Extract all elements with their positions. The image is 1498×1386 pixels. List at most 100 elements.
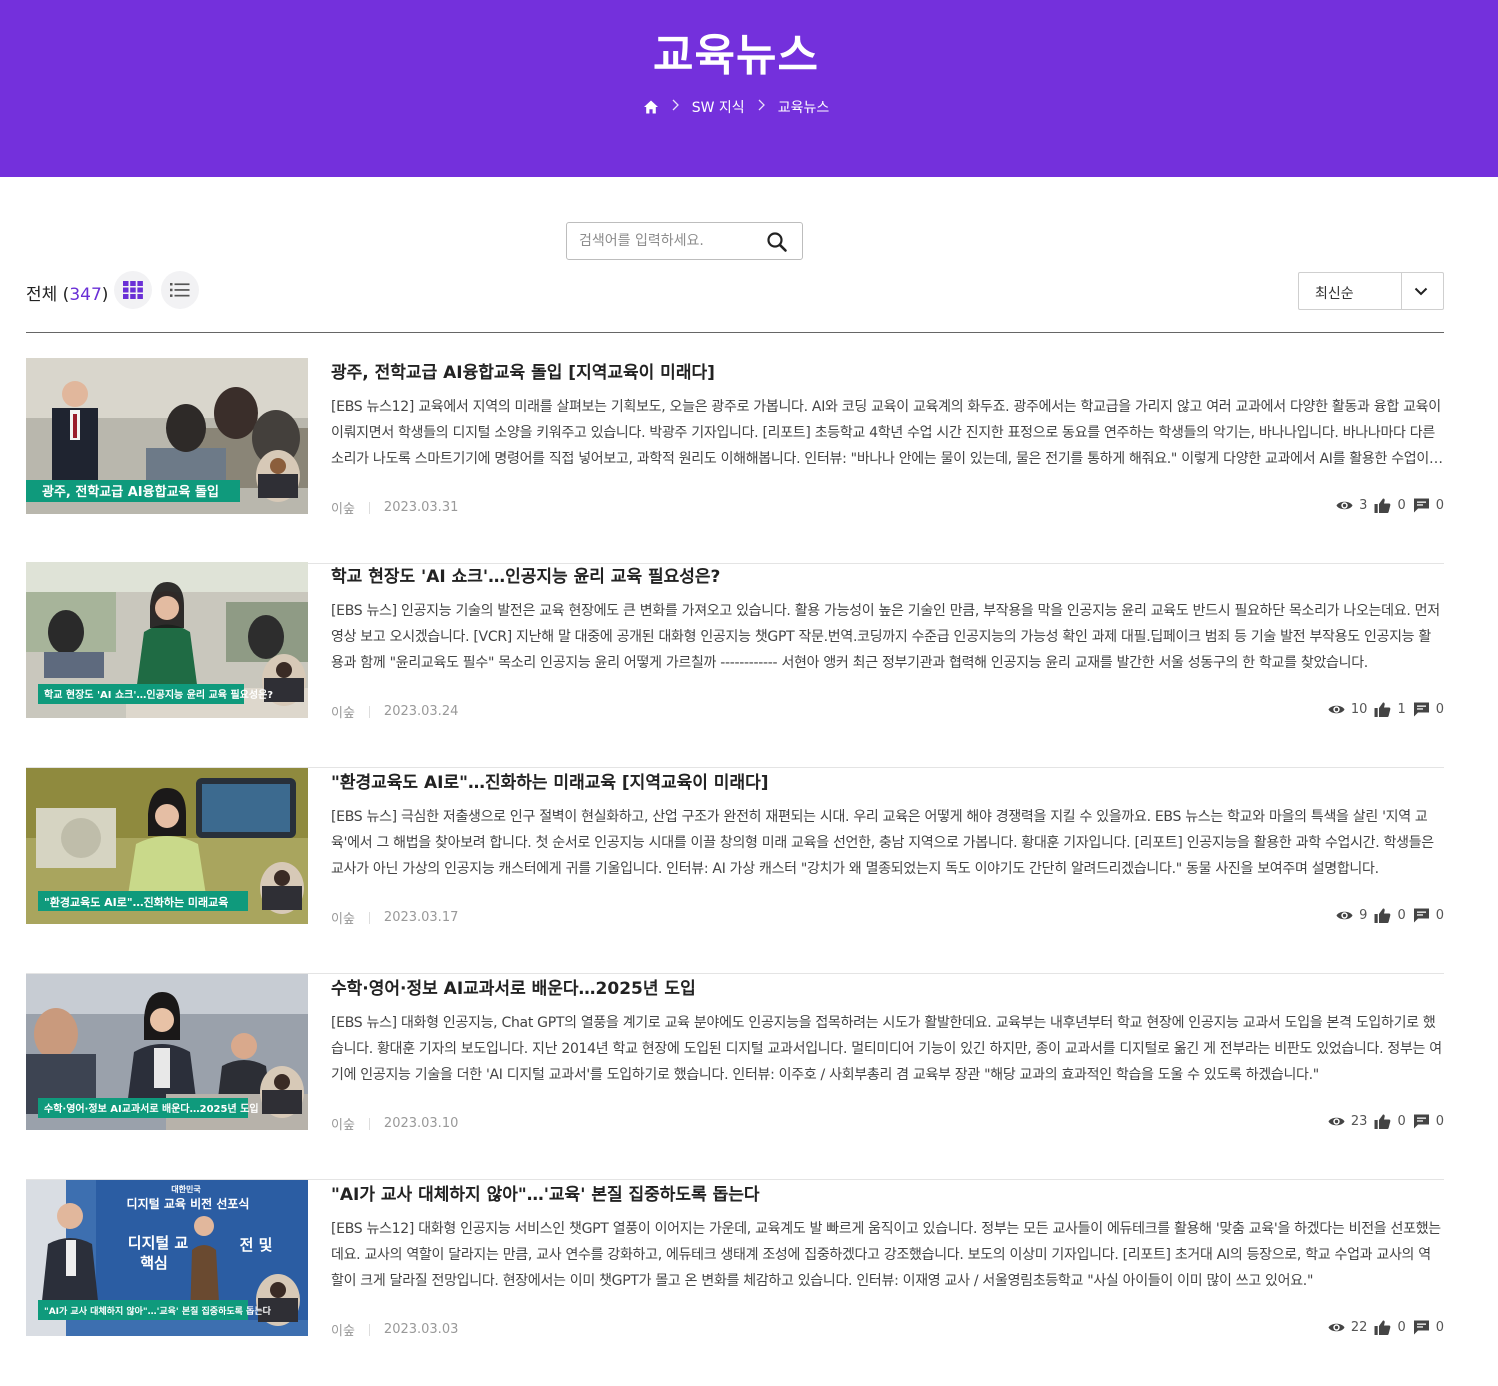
thumbs-up-icon[interactable] xyxy=(1374,497,1391,514)
breadcrumb-sw-knowledge[interactable]: SW 지식 xyxy=(692,97,745,117)
search-icon[interactable] xyxy=(766,231,788,253)
thumbnail[interactable]: 광주, 전학교급 AI융합교육 돌입 xyxy=(26,358,308,514)
item-title[interactable]: "환경교육도 AI로"…진화하는 미래교육 [지역교육이 미래다] xyxy=(331,768,1441,793)
item-date: 2023.03.03 xyxy=(383,1322,459,1337)
item-stats: 10 1 0 xyxy=(1328,701,1444,718)
thumbs-up-icon[interactable] xyxy=(1374,1319,1391,1336)
meta-divider xyxy=(368,705,370,718)
list-item[interactable]: "환경교육도 AI로"…진화하는 미래교육 "환경교육도 AI로"…진화하는 미… xyxy=(26,768,1444,974)
thumbnail-caption: "환경교육도 AI로"…진화하는 미래교육 xyxy=(44,895,228,909)
thumbs-up-icon[interactable] xyxy=(1374,701,1391,718)
item-stats: 9 0 0 xyxy=(1336,907,1444,924)
thumbs-up-icon[interactable] xyxy=(1374,1113,1391,1130)
item-description[interactable]: [EBS 뉴스] 인공지능 기술의 발전은 교육 현장에도 큰 변화를 가져오고… xyxy=(331,598,1443,676)
list-item[interactable]: 대한민국 디지털 교육 비전 선포식 디지털 교 전 및 핵심 "AI가 교사 … xyxy=(26,1180,1444,1386)
sort-divider xyxy=(1401,273,1402,309)
grid-view-button[interactable] xyxy=(114,271,152,309)
breadcrumb-edu-news[interactable]: 교육뉴스 xyxy=(778,97,830,117)
list-item[interactable]: 광주, 전학교급 AI융합교육 돌입 광주, 전학교급 AI융합교육 돌입 [지… xyxy=(26,358,1444,564)
thumbnail-caption: 광주, 전학교급 AI융합교육 돌입 xyxy=(42,484,219,500)
item-description[interactable]: [EBS 뉴스] 극심한 저출생으로 인구 절벽이 현실화하고, 산업 구조가 … xyxy=(331,804,1443,882)
grid-view-icon xyxy=(123,281,143,299)
eye-icon xyxy=(1328,1113,1345,1130)
thumbnail[interactable]: 학교 현장도 'AI 쇼크'…인공지능 윤리 교육 필요성은? xyxy=(26,562,308,718)
comment-icon xyxy=(1413,907,1430,924)
breadcrumb: SW 지식 교육뉴스 xyxy=(0,96,1472,118)
banner-text: 디지털 교육 비전 선포식 xyxy=(127,1196,250,1211)
item-meta: 이숲 2023.03.17 xyxy=(331,908,458,927)
thumbnail-caption: 학교 현장도 'AI 쇼크'…인공지능 윤리 교육 필요성은? xyxy=(44,688,273,701)
item-description[interactable]: [EBS 뉴스] 대화형 인공지능, Chat GPT의 열풍을 계기로 교육 … xyxy=(331,1010,1443,1088)
comment-count: 0 xyxy=(1435,1320,1444,1335)
search-input[interactable] xyxy=(579,231,759,251)
item-meta: 이숲 2023.03.10 xyxy=(331,1114,458,1133)
item-title[interactable]: 학교 현장도 'AI 쇼크'…인공지능 윤리 교육 필요성은? xyxy=(331,562,1441,587)
thumbs-up-icon[interactable] xyxy=(1374,907,1391,924)
list-top-divider xyxy=(26,332,1444,333)
view-count: 22 xyxy=(1350,1320,1368,1335)
thumbnail-caption: 수학·영어·정보 AI교과서로 배운다…2025년 도입 xyxy=(44,1102,259,1115)
item-title[interactable]: 광주, 전학교급 AI융합교육 돌입 [지역교육이 미래다] xyxy=(331,358,1441,383)
meta-divider xyxy=(368,501,370,514)
item-author: 이숲 xyxy=(331,1118,355,1133)
item-author: 이숲 xyxy=(331,1324,355,1339)
item-title[interactable]: 수학·영어·정보 AI교과서로 배운다…2025년 도입 xyxy=(331,974,1441,999)
like-count: 0 xyxy=(1397,498,1406,513)
search-box xyxy=(566,222,803,260)
item-author: 이숲 xyxy=(331,912,355,927)
thumbnail-caption: "AI가 교사 대체하지 않아"…'교육' 본질 집중하도록 돕는다 xyxy=(44,1305,272,1317)
item-meta: 이숲 2023.03.03 xyxy=(331,1320,458,1339)
total-label: 전체 xyxy=(26,285,58,305)
item-date: 2023.03.24 xyxy=(383,704,459,719)
sort-value: 최신순 xyxy=(1315,286,1354,302)
banner-text: 대한민국 xyxy=(171,1184,201,1194)
item-date: 2023.03.17 xyxy=(383,910,459,925)
thumbnail[interactable]: "환경교육도 AI로"…진화하는 미래교육 xyxy=(26,768,308,924)
banner-text: 핵심 xyxy=(140,1254,168,1272)
list-item[interactable]: 수학·영어·정보 AI교과서로 배운다…2025년 도입 수학·영어·정보 AI… xyxy=(26,974,1444,1180)
item-description[interactable]: [EBS 뉴스12] 대화형 인공지능 서비스인 챗GPT 열풍이 이어지는 가… xyxy=(331,1216,1443,1294)
comment-icon xyxy=(1413,497,1430,514)
item-author: 이숲 xyxy=(331,502,355,517)
like-count: 0 xyxy=(1397,1114,1406,1129)
sort-select[interactable]: 최신순 xyxy=(1298,272,1444,310)
view-count: 10 xyxy=(1350,702,1368,717)
comment-icon xyxy=(1413,1319,1430,1336)
item-date: 2023.03.10 xyxy=(383,1116,459,1131)
total-number: 347 xyxy=(69,285,102,305)
list-view-button[interactable] xyxy=(161,271,199,309)
chevron-right-icon xyxy=(757,99,766,115)
list-item[interactable]: 학교 현장도 'AI 쇼크'…인공지능 윤리 교육 필요성은? 학교 현장도 '… xyxy=(26,562,1444,768)
thumbnail[interactable]: 수학·영어·정보 AI교과서로 배운다…2025년 도입 xyxy=(26,974,308,1130)
home-icon[interactable] xyxy=(643,99,659,115)
eye-icon xyxy=(1336,907,1353,924)
item-author: 이숲 xyxy=(331,706,355,721)
item-description[interactable]: [EBS 뉴스12] 교육에서 지역의 미래를 살펴보는 기획보도, 오늘은 광… xyxy=(331,394,1443,472)
list-view-icon xyxy=(170,283,190,297)
comment-icon xyxy=(1413,701,1430,718)
thumbnail[interactable]: 대한민국 디지털 교육 비전 선포식 디지털 교 전 및 핵심 "AI가 교사 … xyxy=(26,1180,308,1336)
eye-icon xyxy=(1328,701,1345,718)
page-header: 교육뉴스 SW 지식 교육뉴스 xyxy=(0,0,1498,177)
total-count: 전체 (347) xyxy=(26,285,109,305)
item-title[interactable]: "AI가 교사 대체하지 않아"…'교육' 본질 집중하도록 돕는다 xyxy=(331,1180,1441,1205)
view-count: 3 xyxy=(1359,498,1368,513)
item-stats: 23 0 0 xyxy=(1328,1113,1444,1130)
meta-divider xyxy=(368,1323,370,1336)
meta-divider xyxy=(368,911,370,924)
banner-text: 전 및 xyxy=(240,1236,273,1254)
like-count: 0 xyxy=(1397,908,1406,923)
meta-divider xyxy=(368,1117,370,1130)
eye-icon xyxy=(1336,497,1353,514)
view-count: 9 xyxy=(1359,908,1368,923)
comment-count: 0 xyxy=(1435,1114,1444,1129)
comment-count: 0 xyxy=(1435,702,1444,717)
comment-count: 0 xyxy=(1435,908,1444,923)
like-count: 1 xyxy=(1397,702,1406,717)
comment-icon xyxy=(1413,1113,1430,1130)
like-count: 0 xyxy=(1397,1320,1406,1335)
item-meta: 이숲 2023.03.24 xyxy=(331,702,458,721)
view-count: 23 xyxy=(1350,1114,1368,1129)
comment-count: 0 xyxy=(1435,498,1444,513)
item-meta: 이숲 2023.03.31 xyxy=(331,498,458,517)
